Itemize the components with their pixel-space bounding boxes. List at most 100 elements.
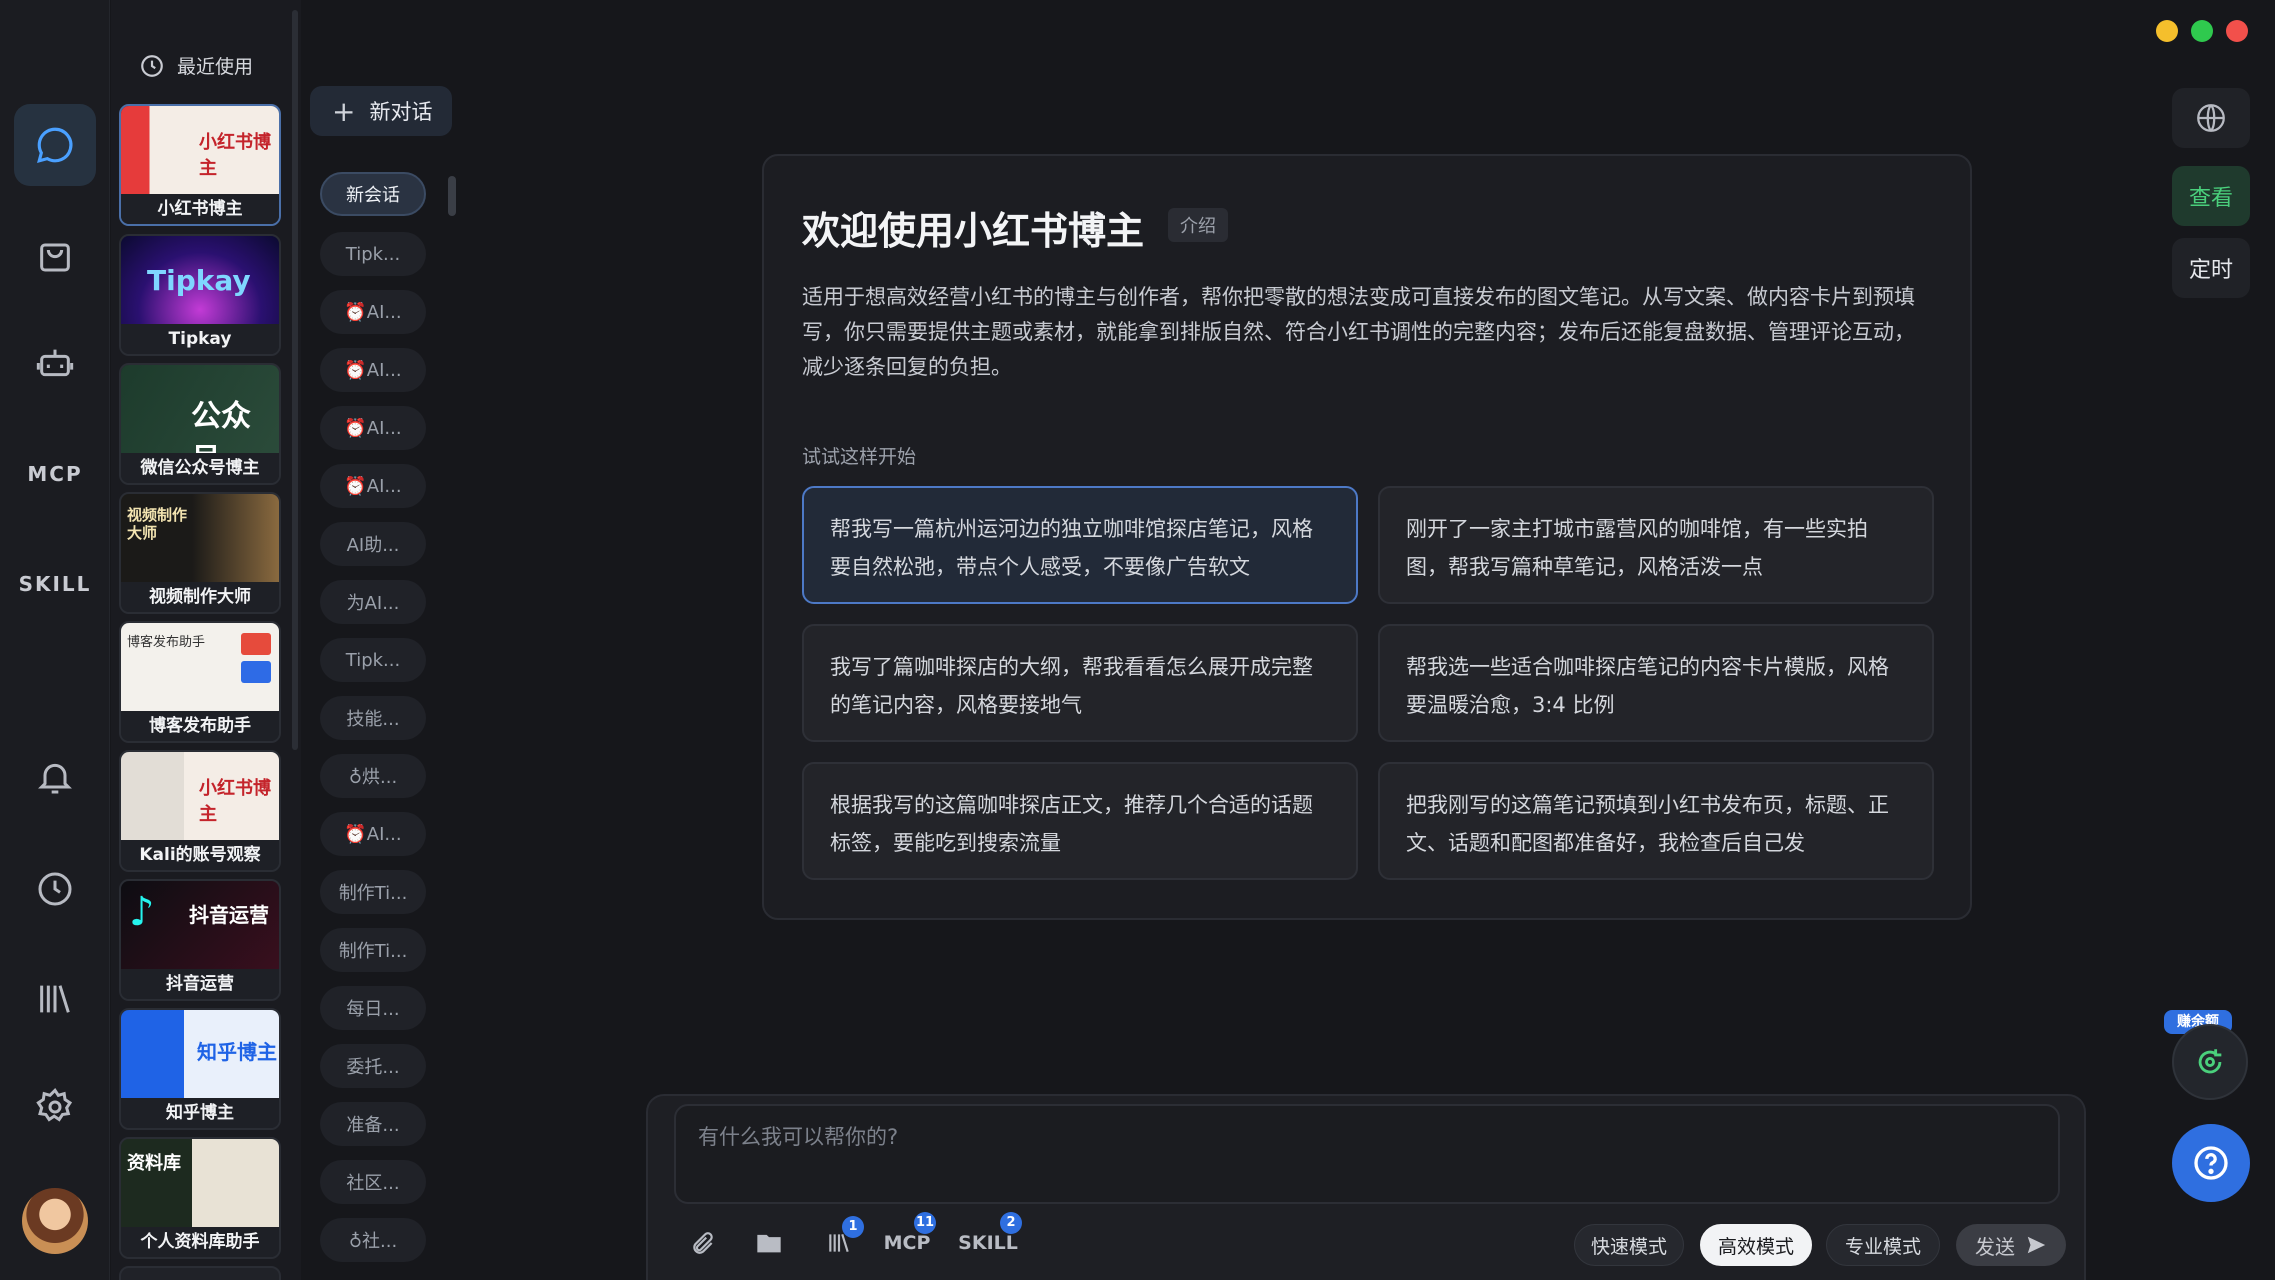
- session-item[interactable]: ⏰AI...: [320, 464, 426, 508]
- session-item[interactable]: 准备...: [320, 1102, 426, 1146]
- folder-button[interactable]: [752, 1228, 786, 1258]
- app-card-label: Tipkay: [121, 324, 279, 354]
- app-card-label: 微信公众号博主: [121, 453, 279, 483]
- rail-agent-button[interactable]: [14, 322, 96, 404]
- send-button[interactable]: 发送: [1956, 1224, 2066, 1266]
- app-shortcut-column: 最近使用 小红书博主 小红书博主 Tipkay Tipkay 公众号 微信公众号…: [111, 0, 301, 1280]
- new-chat-button[interactable]: + 新对话: [310, 86, 452, 136]
- session-item[interactable]: ♁烘...: [320, 754, 426, 798]
- rail-history-button[interactable]: [14, 848, 96, 930]
- gear-icon: [36, 1087, 73, 1122]
- suggestion-card[interactable]: 帮我写一篇杭州运河边的独立咖啡馆探店笔记，风格要自然松弛，带点个人感受，不要像广…: [802, 486, 1358, 604]
- session-item[interactable]: 为AI...: [320, 580, 426, 624]
- try-start-label: 试试这样开始: [802, 446, 917, 468]
- app-card-label: 小红书博主: [121, 194, 279, 224]
- session-item[interactable]: 制作Ti...: [320, 870, 426, 914]
- session-item[interactable]: ⏰AI...: [320, 290, 426, 334]
- session-item[interactable]: ♁社...: [320, 1218, 426, 1262]
- app-thumbnail: 资料库: [121, 1139, 279, 1231]
- skill-badge: 2: [1000, 1212, 1022, 1234]
- rail-notification-button[interactable]: [14, 736, 96, 818]
- session-item[interactable]: ⏰AI...: [320, 348, 426, 392]
- attach-button[interactable]: [688, 1228, 718, 1258]
- minimize-button[interactable]: [2156, 20, 2178, 42]
- app-column-scrollbar[interactable]: [292, 10, 298, 750]
- app-thumbnail: Tipkay: [121, 236, 279, 328]
- app-card-label: 抖音运营: [121, 969, 279, 999]
- library-badge: 1: [842, 1216, 864, 1238]
- view-button[interactable]: 查看: [2172, 166, 2250, 226]
- suggestion-card[interactable]: 把我刚写的这篇笔记预填到小红书发布页，标题、正文、话题和配图都准备好，我检查后自…: [1378, 762, 1934, 880]
- suggestion-card[interactable]: 刚开了一家主打城市露营风的咖啡馆，有一些实拍图，帮我写篇种草笔记，风格活泼一点: [1378, 486, 1934, 604]
- session-item[interactable]: AI助...: [320, 522, 426, 566]
- app-card-douyin[interactable]: 抖音运营 ♪ 抖音运营: [119, 879, 281, 1001]
- bell-icon: [38, 763, 72, 794]
- app-thumbnail: 抖音运营 ♪: [121, 881, 279, 973]
- suggestion-card[interactable]: 我写了篇咖啡探店的大纲，帮我看看怎么展开成完整的笔记内容，风格要接地气: [802, 624, 1358, 742]
- globe-icon: [2197, 104, 2225, 132]
- thumb-text: 知乎博主: [197, 1040, 277, 1064]
- app-thumbnail: 知乎博主: [121, 1010, 279, 1102]
- schedule-button[interactable]: 定时: [2172, 238, 2250, 298]
- app-card-video-master[interactable]: 视频制作大师 视频制作大师: [119, 492, 281, 614]
- rail-mcp-button[interactable]: MCP: [0, 462, 110, 486]
- rail-skill-button[interactable]: SKILL: [0, 572, 110, 596]
- app-card-label: 知乎博主: [121, 1098, 279, 1128]
- app-thumbnail: 视频制作大师: [121, 494, 279, 586]
- app-card-xiaohongshu[interactable]: 小红书博主 小红书博主: [119, 104, 281, 226]
- session-item[interactable]: Tipk...: [320, 638, 426, 682]
- session-scrollbar[interactable]: [448, 176, 456, 216]
- app-card-tipkay[interactable]: Tipkay Tipkay: [119, 234, 281, 356]
- app-card-wechat-official[interactable]: 公众号 微信公众号博主: [119, 363, 281, 485]
- app-card-zhihu[interactable]: 知乎博主 知乎博主: [119, 1008, 281, 1130]
- library-icon: [40, 985, 70, 1013]
- app-card-label: 博客发布助手: [121, 711, 279, 741]
- globe-button[interactable]: [2172, 88, 2250, 148]
- session-item[interactable]: Tipk...: [320, 232, 426, 276]
- user-avatar[interactable]: [22, 1188, 88, 1254]
- session-item[interactable]: 技能...: [320, 696, 426, 740]
- session-item[interactable]: ⏰AI...: [320, 812, 426, 856]
- rail-chat-button[interactable]: [14, 104, 96, 186]
- session-item[interactable]: ⏰AI...: [320, 406, 426, 450]
- app-card-partial[interactable]: [119, 1266, 281, 1280]
- rail-library-button[interactable]: [14, 958, 96, 1040]
- close-button[interactable]: [2226, 20, 2248, 42]
- session-item[interactable]: 每日...: [320, 986, 426, 1030]
- thumb-text: 资料库: [127, 1153, 181, 1174]
- maximize-button[interactable]: [2191, 20, 2213, 42]
- app-card-label: Kali的账号观察: [121, 840, 279, 870]
- clock-icon: [38, 872, 72, 906]
- session-item[interactable]: 委托...: [320, 1044, 426, 1088]
- refresh-coin-icon: [2198, 1049, 2222, 1074]
- recent-used-header[interactable]: 最近使用: [139, 52, 253, 79]
- mcp-badge: 11: [914, 1212, 936, 1234]
- session-item[interactable]: 新会话: [320, 172, 426, 216]
- suggestion-card[interactable]: 帮我选一些适合咖啡探店笔记的内容卡片模版，风格要温暖治愈，3:4 比例: [1378, 624, 1934, 742]
- intro-tag[interactable]: 介绍: [1168, 208, 1228, 242]
- app-card-label: 个人资料库助手: [121, 1227, 279, 1257]
- thumb-text: 博客发布助手: [127, 635, 206, 650]
- help-button[interactable]: [2172, 1124, 2250, 1202]
- app-card-kali-account[interactable]: 小红书博主 Kali的账号观察: [119, 750, 281, 872]
- suggestion-card[interactable]: 根据我写的这篇咖啡探店正文，推荐几个合适的话题标签，要能吃到搜索流量: [802, 762, 1358, 880]
- music-note-icon: ♪: [129, 889, 155, 935]
- rail-store-button[interactable]: [14, 214, 96, 296]
- earn-balance-button[interactable]: [2172, 1024, 2248, 1100]
- message-box: [674, 1104, 2060, 1204]
- welcome-description: 适用于想高效经营小红书的博主与创作者，帮你把零散的想法变成可直接发布的图文笔记。…: [802, 285, 1915, 379]
- clock-icon: [141, 54, 163, 77]
- session-item[interactable]: 社区...: [320, 1160, 426, 1204]
- app-card-personal-library[interactable]: 资料库 个人资料库助手: [119, 1137, 281, 1259]
- plus-icon: +: [332, 94, 356, 128]
- mode-pro-button[interactable]: 专业模式: [1826, 1224, 1940, 1266]
- rail-settings-button[interactable]: [14, 1066, 96, 1148]
- mode-fast-button[interactable]: 快速模式: [1574, 1224, 1684, 1266]
- mode-efficient-button[interactable]: 高效模式: [1700, 1224, 1812, 1266]
- app-card-blog-publisher[interactable]: 博客发布助手 博客发布助手: [119, 621, 281, 743]
- welcome-title: 欢迎使用小红书博主: [802, 209, 1145, 253]
- message-input[interactable]: [676, 1112, 2058, 1162]
- session-item[interactable]: 制作Ti...: [320, 928, 426, 972]
- send-label: 发送: [1975, 1234, 2015, 1259]
- question-icon: [2194, 1146, 2228, 1180]
